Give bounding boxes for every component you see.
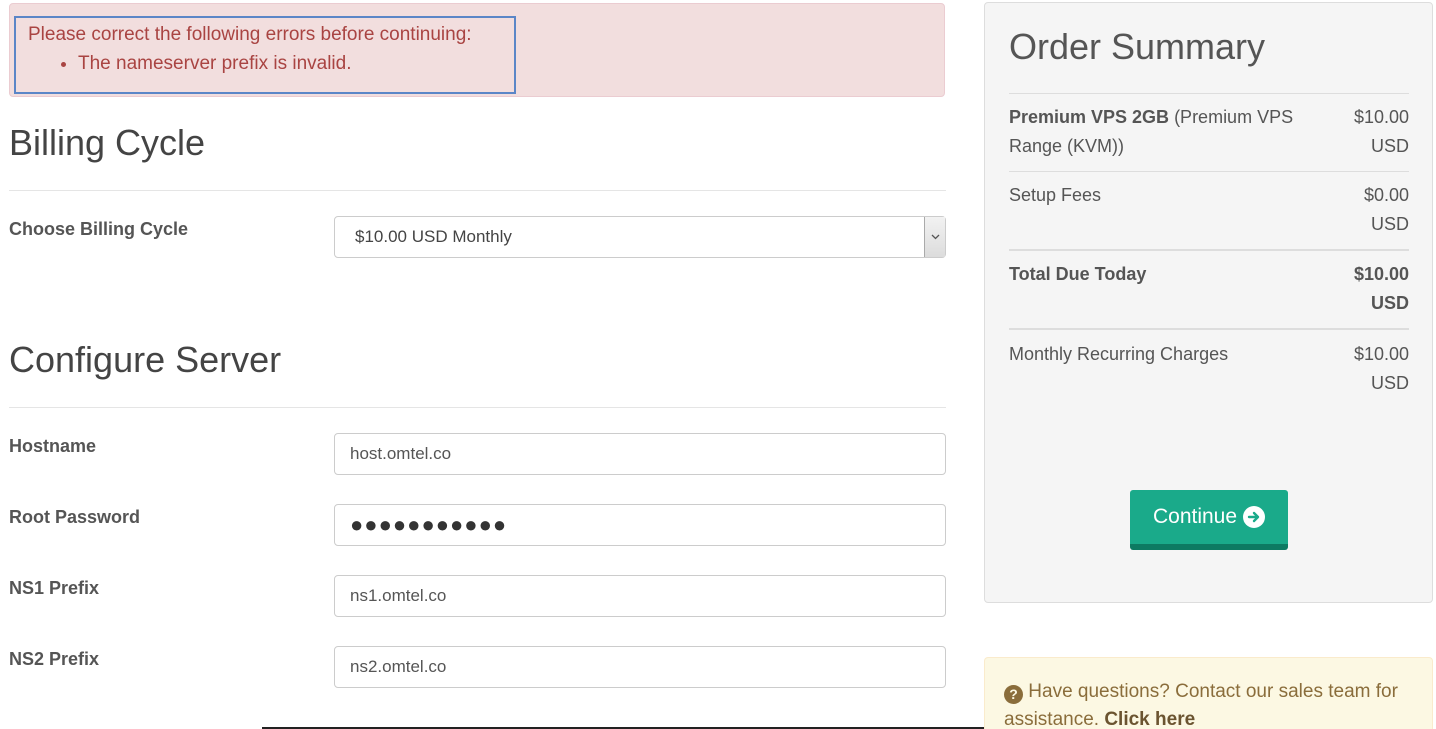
order-configure-page: Please correct the following errors befo…	[0, 0, 1436, 729]
ns1-prefix-label: NS1 Prefix	[9, 578, 100, 598]
sales-questions-box: ? Have questions? Contact our sales team…	[984, 657, 1433, 729]
contact-sales-link[interactable]: Click here	[1104, 709, 1195, 729]
summary-divider	[1009, 171, 1409, 172]
summary-divider	[1009, 249, 1409, 251]
recurring-charges-label: Monthly Recurring Charges	[1009, 344, 1229, 364]
error-item: The nameserver prefix is invalid.	[78, 53, 472, 75]
continue-button[interactable]: Continue	[1130, 490, 1288, 550]
total-due-label: Total Due Today	[1009, 264, 1147, 284]
configure-divider	[9, 407, 946, 408]
password-mask: ●●●●●●●●●●●	[350, 512, 508, 537]
summary-divider	[1009, 328, 1409, 330]
setup-fees-price: $0.00	[1363, 185, 1409, 205]
billing-cycle-label: Choose Billing Cycle	[9, 219, 189, 239]
product-price: $10.00	[1353, 107, 1409, 127]
hostname-input[interactable]: host.omtel.co	[334, 433, 946, 475]
setup-fees-label: Setup Fees	[1009, 185, 1102, 205]
ns2-prefix-label: NS2 Prefix	[9, 649, 100, 669]
sales-questions-text: Have questions? Contact our sales team f…	[1004, 681, 1398, 729]
error-list: The nameserver prefix is invalid.	[28, 53, 472, 75]
total-due-currency: USD	[1370, 293, 1409, 313]
billing-divider	[9, 190, 946, 191]
billing-cycle-title: Billing Cycle	[9, 122, 206, 163]
continue-button-label: Continue	[1152, 505, 1238, 528]
billing-cycle-select[interactable]: $10.00 USD Monthly	[334, 216, 946, 258]
summary-total-row: Total Due Today $10.00 USD	[1009, 260, 1409, 320]
configure-server-title: Configure Server	[9, 339, 282, 380]
billing-cycle-selected-value: $10.00 USD Monthly	[355, 227, 512, 246]
arrow-circle-right-icon	[1243, 506, 1266, 528]
product-currency: USD	[1370, 136, 1409, 156]
recurring-charges-currency: USD	[1370, 373, 1409, 393]
summary-product-row: Premium VPS 2GB (Premium VPS Range (KVM)…	[1009, 103, 1409, 163]
total-due-price: $10.00	[1353, 264, 1409, 284]
summary-recurring-row: Monthly Recurring Charges $10.00 USD	[1009, 340, 1409, 400]
root-password-input[interactable]: ●●●●●●●●●●●	[334, 504, 946, 546]
error-alert-heading: Please correct the following errors befo…	[28, 24, 472, 45]
ns2-prefix-input[interactable]: ns2.omtel.co	[334, 646, 946, 688]
product-name: Premium VPS 2GB	[1009, 107, 1170, 127]
chevron-down-icon[interactable]	[924, 217, 945, 257]
error-alert-content: Please correct the following errors befo…	[28, 24, 472, 75]
summary-setup-row: Setup Fees $0.00 USD	[1009, 181, 1409, 241]
hostname-label: Hostname	[9, 436, 97, 456]
order-summary-panel: Order Summary Premium VPS 2GB (Premium V…	[984, 2, 1433, 603]
summary-divider	[1009, 93, 1409, 94]
question-circle-icon: ?	[1004, 684, 1023, 704]
setup-fees-currency: USD	[1370, 214, 1409, 234]
ns1-prefix-input[interactable]: ns1.omtel.co	[334, 575, 946, 617]
order-summary-title: Order Summary	[1009, 26, 1266, 67]
recurring-charges-price: $10.00	[1353, 344, 1409, 364]
root-password-label: Root Password	[9, 507, 141, 527]
